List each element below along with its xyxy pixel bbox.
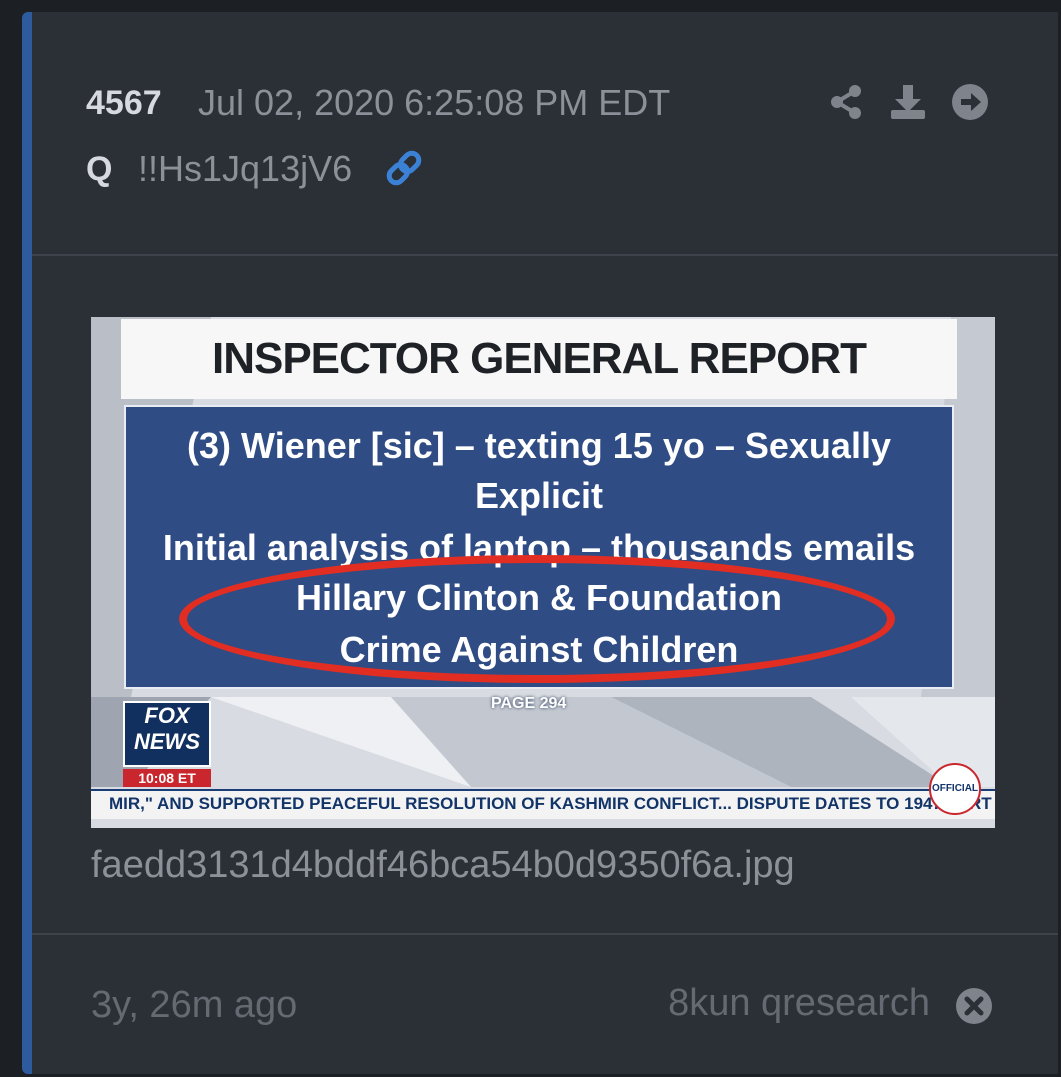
broadcast-time: 10:08 ET	[123, 769, 211, 787]
arrow-right-circle-icon[interactable]	[950, 82, 990, 122]
attachment-filename[interactable]: faedd3131d4bddf46bca54b0d9350f6a.jpg	[91, 844, 795, 887]
link-icon[interactable]	[384, 148, 424, 188]
report-line-2: Explicit	[474, 475, 604, 516]
report-title: INSPECTOR GENERAL REPORT	[211, 334, 867, 383]
highlight-ellipse	[179, 555, 895, 683]
report-line-1: (3) Wiener [sic] – texting 15 yo – Sexua…	[187, 425, 891, 466]
page-label: PAGE 294	[491, 695, 567, 712]
news-ticker: MIR," AND SUPPORTED PEACEFUL RESOLUTION …	[91, 789, 995, 819]
header-divider	[32, 254, 1058, 256]
post-date: Jul 02, 2020 6:25:08 PM EDT	[198, 82, 671, 123]
author-name: Q	[86, 150, 113, 188]
network-logo: FOX NEWS	[123, 701, 211, 767]
post-number[interactable]: 4567	[86, 84, 162, 123]
logo-line-1: FOX	[144, 703, 190, 728]
post-age: 3y, 26m ago	[91, 984, 298, 1026]
attachment-image[interactable]: INSPECTOR GENERAL REPORT (3) Wiener [sic…	[91, 317, 995, 828]
post-source: 8kun qresearch	[668, 982, 930, 1024]
download-icon[interactable]	[888, 82, 928, 122]
ticker-text: MIR," AND SUPPORTED PEACEFUL RESOLUTION …	[109, 794, 992, 813]
share-icon[interactable]	[826, 82, 866, 122]
post-card: 4567 Jul 02, 2020 6:25:08 PM EDT Q !!Hs1…	[22, 12, 1058, 1074]
badge-text: OFFICIAL	[931, 783, 979, 794]
logo-line-2: NEWS	[134, 729, 200, 754]
tripcode: !!Hs1Jq13jV6	[138, 148, 353, 189]
post-actions	[826, 82, 990, 122]
post-header: 4567 Jul 02, 2020 6:25:08 PM EDT Q !!Hs1…	[32, 12, 1058, 254]
report-title-bar: INSPECTOR GENERAL REPORT	[121, 319, 957, 399]
footer-divider	[32, 933, 1058, 935]
close-circle-icon[interactable]	[954, 986, 994, 1026]
official-badge: OFFICIAL	[929, 763, 981, 815]
